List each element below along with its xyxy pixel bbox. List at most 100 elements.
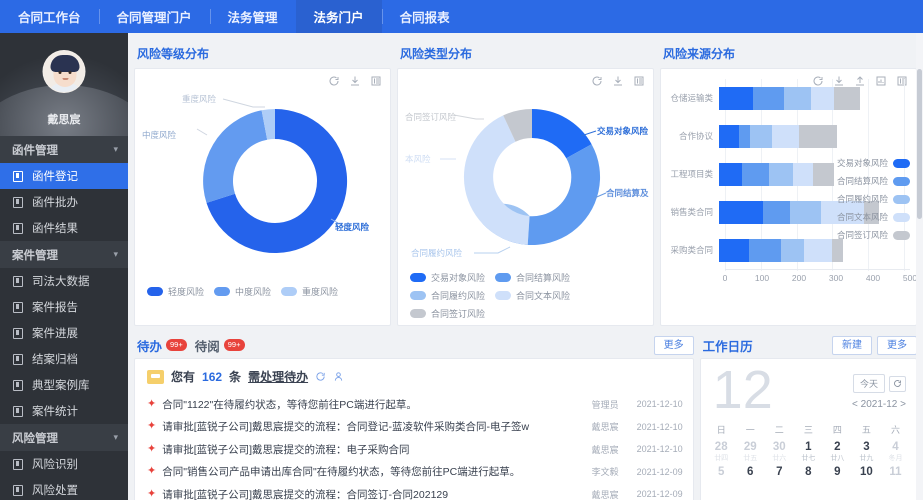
calendar-day-cell[interactable]: 7 (765, 465, 794, 481)
calendar-day-cell[interactable]: 8 (794, 465, 823, 481)
calendar-day-cell[interactable]: 10 (852, 465, 881, 481)
calendar-day-number: 5 (717, 466, 725, 479)
legend-item-counterparty-risk[interactable]: 交易对象风险 (837, 157, 910, 169)
legend-item-text-risk[interactable]: 合同文本风险 (837, 211, 910, 223)
legend-item-signing-risk[interactable]: 合同签订风险 (837, 229, 910, 241)
legend-item-counterparty-risk[interactable]: 交易对象风险 (410, 271, 485, 284)
avatar[interactable] (42, 50, 86, 93)
calendar-day-cell[interactable]: 2 廿八 (823, 440, 852, 465)
bar-segment-performance[interactable] (769, 162, 794, 186)
bar-segment-settlement[interactable] (762, 200, 791, 224)
bar-segment-counterparty[interactable] (719, 86, 753, 110)
tab-unread[interactable]: 待阅 99+ (195, 336, 245, 355)
calendar-day-cell[interactable]: 9 (823, 465, 852, 481)
calendar-day-cell[interactable]: 5 (707, 465, 736, 481)
refresh-icon (894, 380, 901, 387)
calendar-nav: 今天 < 2021-12 > (852, 365, 906, 410)
todo-list-item[interactable]: ✦ 合同"销售公司产品申请出库合同"在待履约状态，等待您前往PC端进行起草。 李… (147, 461, 683, 484)
calendar-day-cell[interactable]: 1 廿七 (794, 440, 823, 465)
bar-segment-signing[interactable] (831, 238, 844, 262)
todo-list-item[interactable]: ✦ 请审批[蓝锐子公司]戴思宸提交的流程：合同签订-合同202129 戴思宸 2… (147, 483, 683, 500)
page-scrollbar-thumb[interactable] (917, 69, 922, 219)
legend-item-moderate-risk[interactable]: 中度风险 (214, 285, 271, 298)
todo-banner-unit: 条 (229, 370, 242, 384)
sidebar-item-risk-handle[interactable]: 风险处置 (0, 477, 128, 500)
bar-segment-counterparty[interactable] (719, 200, 763, 224)
legend-item-light-risk[interactable]: 轻度风险 (147, 285, 204, 298)
bar-segment-settlement[interactable] (738, 124, 750, 148)
sidebar-item-case-archive[interactable]: 结案归档 (0, 346, 128, 372)
sidebar-item-risk-identify[interactable]: 风险识别 (0, 451, 128, 477)
refresh-icon[interactable] (315, 371, 326, 382)
bar-segment-text[interactable] (804, 238, 832, 262)
bar-segment-settlement[interactable] (752, 86, 784, 110)
calendar-grid: 日 一 二 三 四 五 六 28 廿四 29 廿五 30 廿六 1 廿七 2 廿… (701, 416, 916, 481)
bar-segment-performance[interactable] (783, 86, 812, 110)
bar-segment-signing[interactable] (812, 162, 834, 186)
todo-banner-link[interactable]: 需处理待办 (248, 368, 308, 385)
sidebar-group-risk[interactable]: 风险管理 ▾ (0, 424, 128, 451)
bar-segment-performance[interactable] (790, 200, 821, 224)
sidebar-item-case-report[interactable]: 案件报告 (0, 294, 128, 320)
bar-segment-counterparty[interactable] (719, 238, 749, 262)
sidebar-item-judicial-bigdata[interactable]: 司法大数据 (0, 268, 128, 294)
calendar-day-cell[interactable]: 29 廿五 (736, 440, 765, 465)
unread-badge: 99+ (223, 339, 245, 351)
bar-segment-settlement[interactable] (741, 162, 770, 186)
sidebar-item-case-progress[interactable]: 案件进展 (0, 320, 128, 346)
sidebar-item-letter-approval[interactable]: 函件批办 (0, 189, 128, 215)
nav-tab-2[interactable]: 法务管理 (209, 0, 296, 33)
calendar-more-button[interactable]: 更多 (877, 335, 917, 355)
calendar-refresh-button[interactable] (889, 375, 906, 392)
bar-segment-signing[interactable] (834, 86, 861, 110)
bar-segment-text[interactable] (811, 86, 835, 110)
todo-more-button[interactable]: 更多 (653, 335, 694, 355)
todo-list-item[interactable]: ✦ 请审批[蓝锐子公司]戴思宸提交的流程：合同登记-蓝凌软件采购类合同-电子签w… (147, 416, 683, 439)
risk-type-legend: 交易对象风险 合同结算风险 合同履约风险 合同文本风险 合同签订风险 (398, 271, 653, 328)
tab-todo[interactable]: 待办 99+ (137, 336, 187, 355)
legend-item-settlement-risk[interactable]: 合同结算风险 (837, 175, 910, 187)
todo-list-item[interactable]: ✦ 请审批[蓝锐子公司]戴思宸提交的流程：电子采购合同 戴思宸 2021-12-… (147, 438, 683, 461)
sidebar-item-letter-register[interactable]: 函件登记 (0, 163, 128, 189)
calendar-today-button[interactable]: 今天 (852, 374, 885, 393)
calendar-new-button[interactable]: 新建 (832, 335, 872, 355)
todo-item-owner: 管理员 (591, 399, 619, 410)
calendar-day-cell[interactable]: 11 (881, 465, 910, 481)
calendar-day-cell[interactable]: 4 冬月 (881, 440, 910, 465)
sidebar-item-letter-result[interactable]: 函件结果 (0, 215, 128, 241)
calendar-day-cell[interactable]: 3 廿九 (852, 440, 881, 465)
legend-item-signing-risk[interactable]: 合同签订风险 (410, 307, 485, 320)
bar-segment-signing[interactable] (799, 124, 838, 148)
bar-segment-settlement[interactable] (748, 238, 782, 262)
nav-tab-0[interactable]: 合同工作台 (0, 0, 99, 33)
sidebar-item-case-statistics[interactable]: 案件统计 (0, 398, 128, 424)
legend-item-performance-risk[interactable]: 合同履约风险 (410, 289, 485, 302)
legend-item-performance-risk[interactable]: 合同履约风险 (837, 193, 910, 205)
calendar-prev-month-button[interactable]: < (852, 399, 858, 410)
page-scrollbar-track[interactable] (916, 33, 923, 500)
bar-segment-counterparty[interactable] (719, 162, 742, 186)
legend-label: 重度风险 (302, 287, 339, 297)
calendar-day-cell[interactable]: 28 廿四 (707, 440, 736, 465)
legend-item-severe-risk[interactable]: 重度风险 (281, 285, 338, 298)
bar-segment-text[interactable] (772, 124, 800, 148)
calendar-next-month-button[interactable]: > (900, 399, 906, 410)
nav-tab-1[interactable]: 合同管理门户 (98, 0, 210, 33)
legend-item-settlement-risk[interactable]: 合同结算风险 (495, 271, 570, 284)
bar-segment-counterparty[interactable] (719, 124, 739, 148)
calendar-day-cell[interactable]: 6 (736, 465, 765, 481)
todo-banner-prefix: 您有 (171, 370, 196, 384)
todo-list-item[interactable]: ✦ 合同"1122"在待履约状态，等待您前往PC端进行起草。 管理员 2021-… (147, 393, 683, 416)
nav-tab-4[interactable]: 合同报表 (381, 0, 468, 33)
sidebar-group-letters[interactable]: 函件管理 ▾ (0, 136, 128, 163)
legend-item-text-risk[interactable]: 合同文本风险 (495, 289, 570, 302)
donut-slice-moderate-risk[interactable] (203, 110, 268, 203)
user-icon[interactable] (333, 371, 344, 382)
nav-tab-3[interactable]: 法务门户 (295, 0, 382, 33)
bar-segment-performance[interactable] (749, 124, 773, 148)
sidebar-item-case-library[interactable]: 典型案例库 (0, 372, 128, 398)
bar-segment-performance[interactable] (781, 238, 805, 262)
calendar-day-cell[interactable]: 30 廿六 (765, 440, 794, 465)
sidebar-group-cases[interactable]: 案件管理 ▾ (0, 241, 128, 268)
bar-segment-text[interactable] (793, 162, 813, 186)
